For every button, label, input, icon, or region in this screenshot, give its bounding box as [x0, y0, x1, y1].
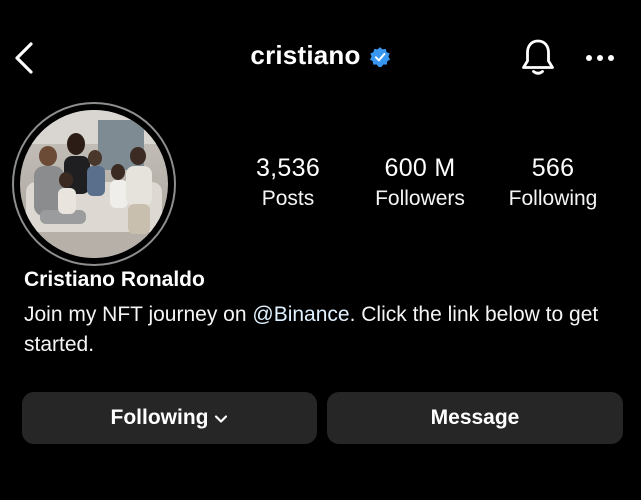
stat-posts[interactable]: 3,536 Posts — [246, 152, 330, 214]
stat-label: Following — [508, 187, 598, 210]
profile-stats: 3,536 Posts 600 M Followers 566 Followin… — [228, 152, 628, 222]
profile-display-name: Cristiano Ronaldo — [24, 268, 205, 291]
following-button[interactable]: Following — [22, 392, 317, 444]
bio-text: Join my NFT journey on — [24, 303, 253, 326]
stat-label: Posts — [261, 187, 315, 210]
message-button-label: Message — [430, 406, 520, 429]
following-button-label: Following — [110, 406, 209, 429]
more-options-button[interactable] — [582, 44, 618, 72]
stat-followers[interactable]: 600 M Followers — [362, 152, 478, 214]
message-button[interactable]: Message — [327, 392, 623, 444]
stat-following[interactable]: 566 Following — [496, 152, 610, 214]
profile-header: cristiano — [0, 0, 641, 112]
stat-value: 3,536 — [255, 154, 321, 182]
stat-value: 600 M — [384, 154, 456, 182]
bell-icon — [522, 39, 554, 75]
verified-badge-icon — [369, 46, 390, 67]
notifications-button[interactable] — [518, 36, 558, 78]
profile-username: cristiano — [250, 40, 361, 70]
bio-mention-link[interactable]: @Binance — [252, 303, 349, 326]
stat-label: Followers — [375, 187, 465, 210]
avatar-image — [20, 110, 168, 258]
profile-bio: Join my NFT journey on @Binance. Click t… — [24, 300, 624, 360]
chevron-down-icon — [215, 415, 228, 423]
profile-avatar[interactable] — [12, 102, 176, 266]
family-photo-avatar — [20, 110, 168, 258]
more-options-icon — [586, 55, 614, 61]
stat-value: 566 — [531, 154, 575, 182]
